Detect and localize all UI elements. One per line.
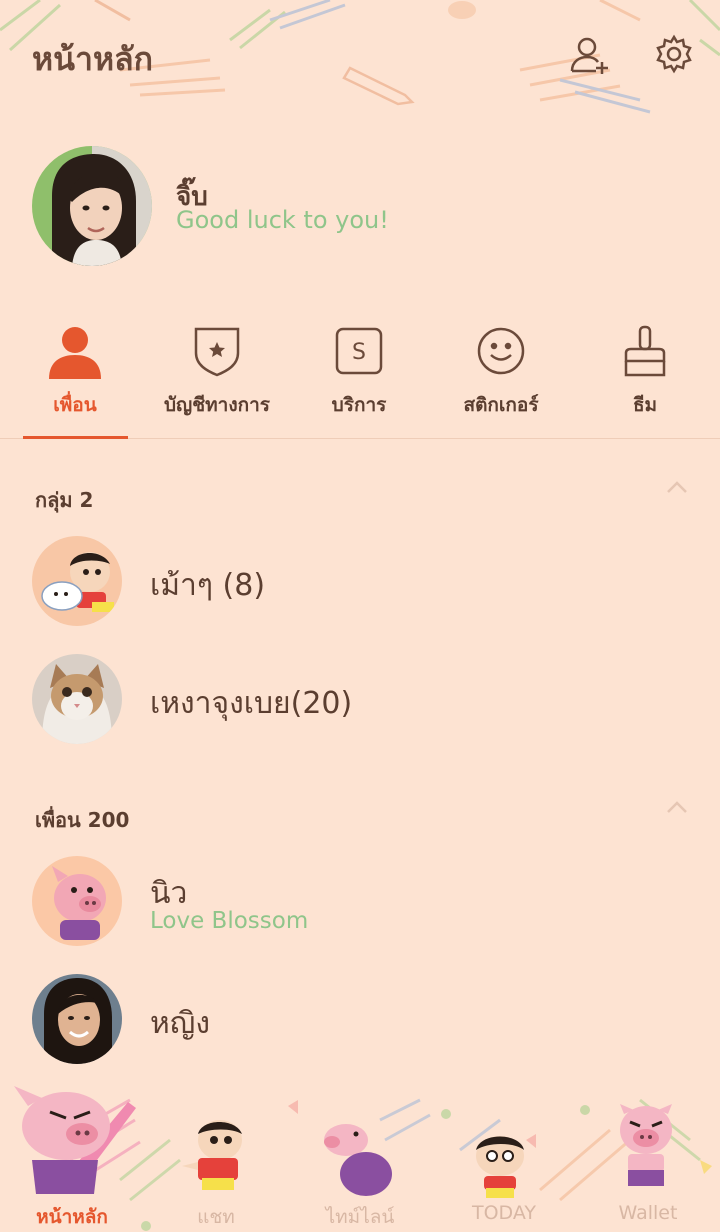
service-s-icon: S (335, 327, 383, 375)
friends-section-title[interactable]: เพื่อน 200 (35, 804, 129, 836)
nav-timeline[interactable]: ไทม์ไลน์ (288, 1080, 432, 1232)
list-item[interactable]: นิว Love Blossom (0, 854, 720, 950)
group-avatar (32, 654, 122, 744)
nav-timeline-label: ไทม์ไลน์ (325, 1206, 395, 1228)
tab-stickers-label: สติกเกอร์ (463, 394, 539, 416)
chevron-up-icon[interactable] (666, 798, 688, 819)
group-name: เม้าๆ (8) (150, 568, 266, 603)
tab-stickers[interactable]: สติกเกอร์ (429, 318, 573, 438)
gear-icon (656, 34, 692, 74)
profile-avatar[interactable] (32, 146, 152, 266)
tab-friends[interactable]: เพื่อน (3, 318, 147, 438)
nav-wallet[interactable]: Wallet (576, 1080, 720, 1232)
profile-status-message[interactable]: Good luck to you! (176, 206, 389, 234)
tab-themes-label: ธีม (632, 394, 658, 416)
chevron-up-icon[interactable] (666, 478, 688, 499)
svg-text:S: S (352, 340, 366, 365)
nav-home-label: หน้าหลัก (36, 1206, 108, 1228)
nav-chats[interactable]: แชท (144, 1080, 288, 1232)
group-name: เหงาจุงเบย(20) (150, 686, 353, 721)
smiley-icon (477, 327, 525, 375)
settings-button[interactable] (652, 32, 696, 76)
nav-chats-label: แชท (197, 1206, 235, 1228)
shield-star-icon (194, 327, 240, 377)
tab-services-label: บริการ (331, 394, 387, 416)
nav-wallet-label: Wallet (618, 1202, 678, 1224)
friend-status-message: Love Blossom (150, 908, 309, 934)
pig-character-home-icon (14, 1086, 136, 1194)
person-icon (49, 327, 101, 379)
page-title: หน้าหลัก (32, 40, 154, 78)
main-tabs: เพื่อน บัญชีทางการ S บริการ สติกเกอร์ ธี… (0, 318, 720, 438)
add-friend-button[interactable] (568, 34, 612, 78)
nav-today[interactable]: TODAY (432, 1080, 576, 1232)
tab-services[interactable]: S บริการ (287, 318, 431, 438)
shinchan-today-icon (476, 1136, 524, 1198)
friend-avatar (32, 974, 122, 1064)
bottom-navigation: หน้าหลัก แชท ไทม์ไลน์ TODAY Wallet (0, 1080, 720, 1232)
person-add-icon (570, 37, 608, 74)
groups-section-title[interactable]: กลุ่ม 2 (35, 484, 93, 516)
tab-official-accounts[interactable]: บัญชีทางการ (145, 318, 289, 438)
tab-friends-label: เพื่อน (53, 394, 97, 416)
list-item[interactable]: เม้าๆ (8) (0, 534, 720, 630)
list-item[interactable]: หญิง (0, 972, 720, 1068)
nav-home[interactable]: หน้าหลัก (0, 1080, 144, 1232)
active-tab-indicator (23, 436, 128, 439)
brush-icon (624, 325, 666, 377)
tab-official-accounts-label: บัญชีทางการ (164, 394, 270, 416)
list-item[interactable]: เหงาจุงเบย(20) (0, 652, 720, 748)
nav-today-label: TODAY (472, 1202, 536, 1224)
pig-timeline-icon (324, 1124, 392, 1196)
friend-name: หญิง (150, 1006, 210, 1041)
friend-avatar (32, 856, 122, 946)
tab-themes[interactable]: ธีม (573, 318, 717, 438)
group-avatar (32, 536, 122, 626)
pig-wallet-icon (620, 1104, 672, 1186)
shinchan-chats-icon (182, 1120, 242, 1190)
